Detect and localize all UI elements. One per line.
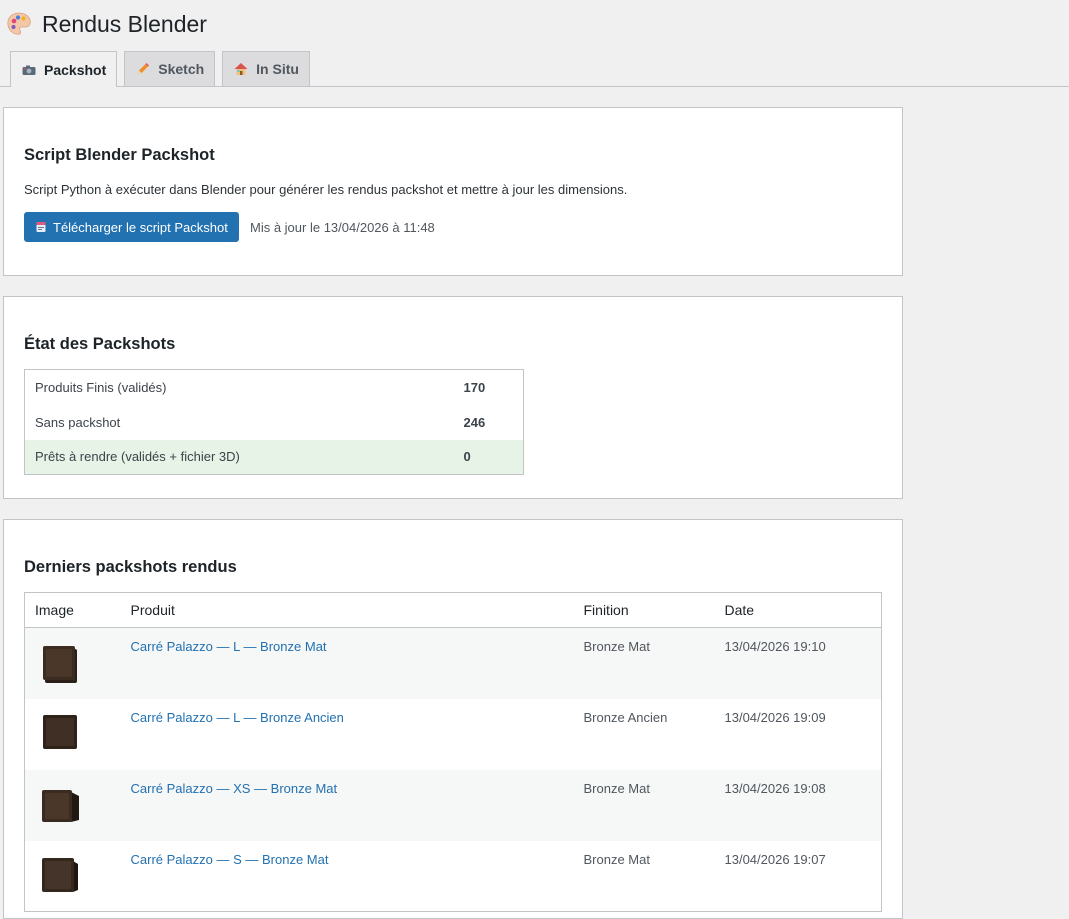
table-row: Carré Palazzo — L — Bronze Ancien Bronze… <box>25 699 882 770</box>
finish-cell: Bronze Ancien <box>583 709 668 725</box>
thumbnail-cell <box>25 699 121 770</box>
status-label: Prêts à rendre (validés + fichier 3D) <box>24 439 454 475</box>
date-cell: 13/04/2026 19:09 <box>724 709 826 725</box>
renders-card: Derniers packshots rendus Image Produit … <box>3 519 903 919</box>
status-row: Produits Finis (validés) 170 <box>25 370 524 405</box>
date-cell: 13/04/2026 19:10 <box>714 627 882 699</box>
column-header-product: Produit <box>120 592 574 628</box>
date-cell: 13/04/2026 19:07 <box>724 851 826 867</box>
table-header-row: Image Produit Finition Date <box>24 592 882 628</box>
tab-label: Sketch <box>158 61 205 77</box>
status-card-title: État des Packshots <box>24 335 176 353</box>
tab-bar: Packshot Sketch In Situ <box>10 51 317 87</box>
thumbnail-cell <box>24 769 121 841</box>
script-card: Script Blender Packshot Script Python à … <box>3 107 903 276</box>
product-link[interactable]: Carré Palazzo — L — Bronze Ancien <box>131 710 344 725</box>
download-script-label: Télécharger le script Packshot <box>53 219 228 235</box>
status-label: Produits Finis (validés) <box>35 379 167 395</box>
thumbnail-cell <box>25 841 121 912</box>
status-value: 0 <box>453 439 524 475</box>
download-script-button[interactable]: Télécharger le script Packshot <box>24 212 239 242</box>
camera-icon <box>21 62 37 78</box>
table-row: Carré Palazzo — S — Bronze Mat Bronze Ma… <box>25 841 882 912</box>
tab-label: In Situ <box>256 61 299 77</box>
page-title: Rendus Blender <box>42 10 207 37</box>
finish-cell: Bronze Mat <box>573 769 715 841</box>
product-thumbnail[interactable] <box>35 636 85 686</box>
renders-table: Image Produit Finition Date Carré Palazz… <box>24 592 882 912</box>
product-link[interactable]: Carré Palazzo — XS — Bronze Mat <box>131 781 338 796</box>
status-row: Prêts à rendre (validés + fichier 3D) 0 <box>24 439 524 475</box>
script-card-title: Script Blender Packshot <box>24 146 215 164</box>
product-cell: Carré Palazzo — XS — Bronze Mat <box>120 769 574 841</box>
column-header-date: Date <box>714 592 882 628</box>
finish-cell: Bronze Mat <box>573 627 715 699</box>
product-thumbnail[interactable] <box>35 778 85 828</box>
status-value: 170 <box>463 379 486 395</box>
script-updated-text: Mis à jour le 13/04/2026 à 11:48 <box>250 220 435 235</box>
product-cell: Carré Palazzo — S — Bronze Mat <box>121 841 574 912</box>
product-cell: Carré Palazzo — L — Bronze Mat <box>120 627 574 699</box>
status-row: Sans packshot 246 <box>25 405 524 440</box>
column-header-finish: Finition <box>573 592 715 628</box>
thumbnail-cell <box>24 627 121 699</box>
tab-label: Packshot <box>44 61 107 78</box>
table-row: Carré Palazzo — L — Bronze Mat Bronze Ma… <box>24 627 882 699</box>
date-cell: 13/04/2026 19:08 <box>714 769 882 841</box>
status-label: Sans packshot <box>35 414 121 430</box>
pencil-icon <box>135 61 151 77</box>
product-link[interactable]: Carré Palazzo — S — Bronze Mat <box>131 852 329 867</box>
script-description: Script Python à exécuter dans Blender po… <box>24 182 628 197</box>
status-card: État des Packshots Produits Finis (valid… <box>3 296 903 499</box>
product-thumbnail[interactable] <box>35 848 85 899</box>
product-link[interactable]: Carré Palazzo — L — Bronze Mat <box>131 639 327 654</box>
tab-packshot[interactable]: Packshot <box>10 51 118 87</box>
finish-cell: Bronze Mat <box>583 851 650 867</box>
tab-sketch[interactable]: Sketch <box>124 51 216 86</box>
renders-card-title: Derniers packshots rendus <box>24 558 237 576</box>
house-icon <box>233 61 249 77</box>
status-table: Produits Finis (validés) 170 Sans packsh… <box>24 369 524 475</box>
product-thumbnail[interactable] <box>35 706 85 757</box>
product-cell: Carré Palazzo — L — Bronze Ancien <box>121 699 574 770</box>
palette-icon <box>6 11 32 37</box>
table-row: Carré Palazzo — XS — Bronze Mat Bronze M… <box>24 769 882 841</box>
status-value: 246 <box>463 414 486 430</box>
tab-in-situ[interactable]: In Situ <box>222 51 310 86</box>
script-icon <box>35 221 47 233</box>
page-header: Rendus Blender <box>6 8 207 40</box>
column-header-image: Image <box>24 592 121 628</box>
